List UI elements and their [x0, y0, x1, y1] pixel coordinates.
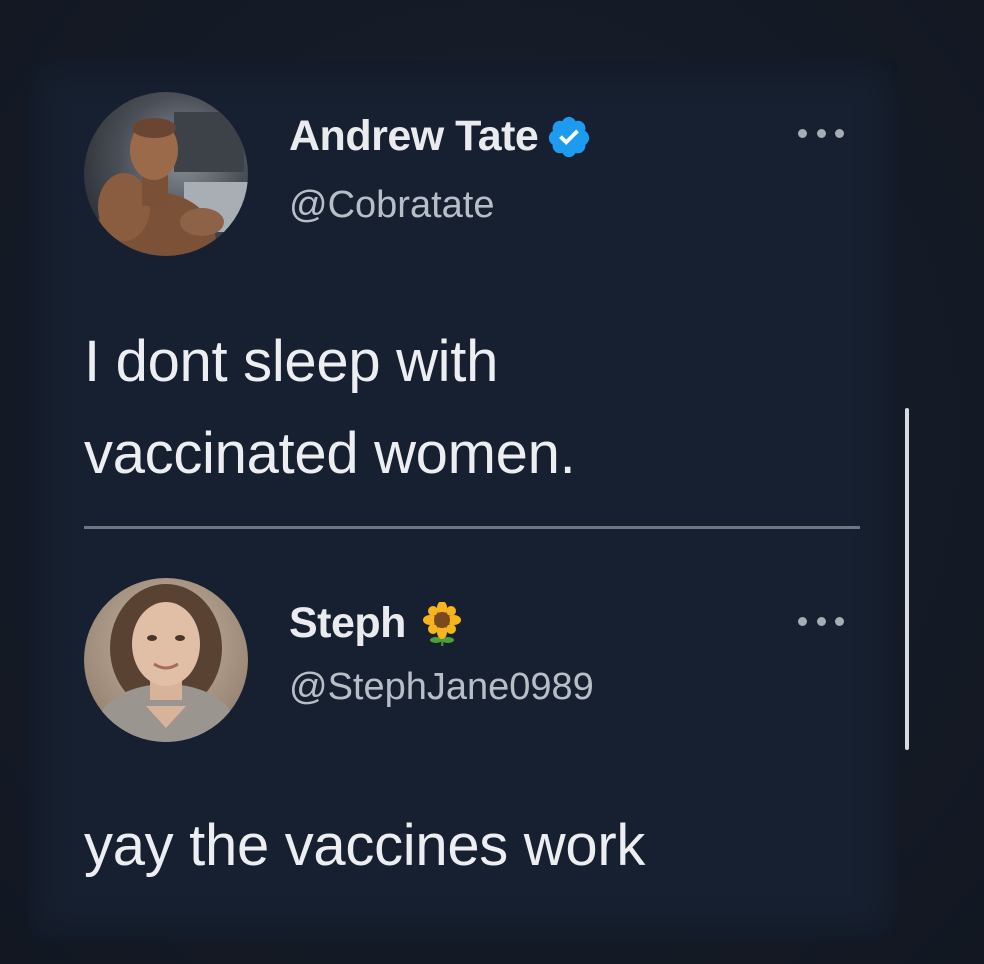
reply-author-name-row[interactable]: Steph [289, 599, 464, 648]
tweet-text-line-1: I dont sleep with [84, 329, 499, 394]
reply-author-handle[interactable]: @StephJane0989 [289, 666, 594, 709]
author-display-name[interactable]: Andrew Tate [289, 112, 539, 161]
more-horizontal-icon[interactable] [798, 126, 844, 140]
more-horizontal-icon[interactable] [798, 614, 844, 628]
tweet-text-line-2: vaccinated women. [84, 421, 576, 486]
author-name-row[interactable]: Andrew Tate [289, 112, 592, 161]
reply-author-display-name[interactable]: Steph [289, 599, 406, 648]
reply-tweet-text: yay the vaccines work [84, 813, 646, 878]
verified-badge-icon [549, 116, 590, 157]
tweet-text: I dont sleep with vaccinated women. [84, 316, 576, 500]
scrollbar[interactable] [905, 408, 909, 750]
screenshot-background: Andrew Tate @Cobratate I dont sleep with… [0, 0, 984, 964]
reply-author-avatar[interactable] [84, 578, 248, 742]
thread-divider [84, 526, 860, 529]
avatar-photo-icon [84, 92, 248, 256]
author-handle[interactable]: @Cobratate [289, 184, 494, 227]
avatar-photo-icon [84, 578, 248, 742]
author-avatar[interactable] [84, 92, 248, 256]
sunflower-icon [422, 601, 461, 646]
